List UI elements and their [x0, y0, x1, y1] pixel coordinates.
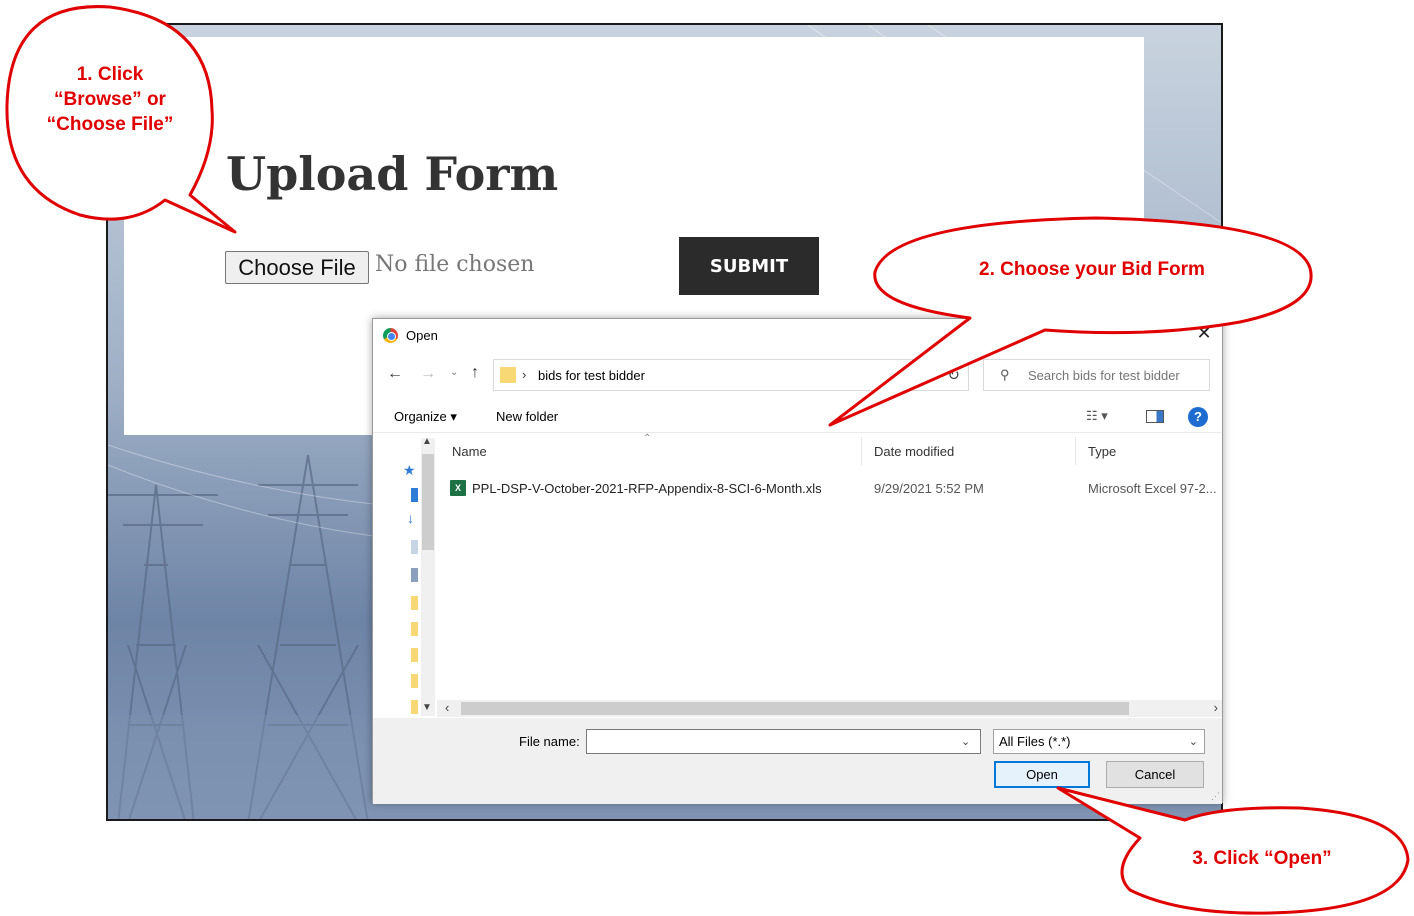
- scroll-down-arrow-icon[interactable]: ▼: [422, 702, 432, 713]
- file-type: Microsoft Excel 97-2...: [1088, 481, 1217, 496]
- scroll-left-arrow-icon[interactable]: ‹: [445, 700, 449, 715]
- quick-access-star-icon[interactable]: ★: [403, 462, 417, 478]
- callout-3-text: 3. Click “Open”: [1192, 848, 1332, 869]
- dialog-footer: File name: ⌄ All Files (*.*) ⌄ Open Canc…: [373, 718, 1222, 804]
- organize-menu-button[interactable]: Organize ▾: [394, 409, 457, 425]
- back-arrow-icon[interactable]: ←: [387, 365, 403, 383]
- sort-indicator-icon: ⌃: [643, 433, 652, 444]
- horizontal-scrollbar[interactable]: ‹ ›: [437, 700, 1222, 717]
- breadcrumb-separator: ›: [522, 367, 527, 382]
- file-type-select[interactable]: All Files (*.*) ⌄: [993, 729, 1205, 754]
- search-icon: ⚲: [1000, 367, 1010, 382]
- file-name: PPL-DSP-V-October-2021-RFP-Appendix-8-SC…: [472, 481, 822, 496]
- address-bar[interactable]: › bids for test bidder ↻: [493, 359, 969, 391]
- file-date-modified: 9/29/2021 5:52 PM: [874, 481, 984, 496]
- no-file-chosen-label: No file chosen: [375, 252, 535, 277]
- search-box[interactable]: ⚲: [983, 359, 1210, 391]
- file-list-header: ⌃ Name Date modified Type: [437, 433, 1222, 467]
- help-icon[interactable]: ?: [1188, 407, 1208, 427]
- column-header-date-modified[interactable]: Date modified: [874, 444, 954, 459]
- chrome-icon: [383, 328, 398, 343]
- folder-icon[interactable]: [411, 700, 418, 714]
- column-divider[interactable]: [1075, 437, 1076, 465]
- breadcrumb-current-folder[interactable]: bids for test bidder: [538, 368, 645, 383]
- forward-arrow-icon[interactable]: →: [420, 365, 436, 383]
- up-arrow-icon[interactable]: ↑: [471, 364, 479, 382]
- pictures-icon[interactable]: [411, 568, 418, 582]
- refresh-icon[interactable]: ↻: [947, 366, 960, 384]
- excel-file-icon: X: [450, 480, 466, 496]
- scroll-right-arrow-icon[interactable]: ›: [1214, 700, 1218, 715]
- folder-icon[interactable]: [411, 674, 418, 688]
- file-name-label: File name:: [519, 734, 580, 749]
- file-name-input[interactable]: [586, 729, 981, 754]
- callout-1-text: 1. Click “Browse” or “Choose File”: [46, 64, 174, 135]
- file-name-dropdown-icon[interactable]: ⌄: [961, 735, 970, 748]
- cancel-button[interactable]: Cancel: [1106, 761, 1204, 788]
- dialog-title: Open: [406, 328, 438, 343]
- desktop-icon[interactable]: [411, 488, 418, 502]
- folder-icon[interactable]: [411, 648, 418, 662]
- column-header-type[interactable]: Type: [1088, 444, 1116, 459]
- folder-icon[interactable]: [411, 622, 418, 636]
- open-button[interactable]: Open: [994, 761, 1090, 788]
- choose-file-button[interactable]: Choose File: [225, 251, 369, 284]
- recent-locations-chevron-icon[interactable]: ⌄: [450, 367, 458, 378]
- callout-2-text: 2. Choose your Bid Form: [979, 259, 1205, 280]
- new-folder-button[interactable]: New folder: [496, 409, 558, 424]
- page-title: Upload Form: [226, 147, 559, 201]
- column-header-name[interactable]: Name: [452, 444, 487, 459]
- navigation-pane: ★ ↓ ▲ ▼: [373, 434, 435, 717]
- horizontal-scrollbar-thumb[interactable]: [461, 702, 1129, 715]
- scroll-up-arrow-icon[interactable]: ▲: [422, 436, 432, 447]
- open-file-dialog: Open ✕ ← → ⌄ ↑ › bids for test bidder ↻ …: [372, 318, 1223, 804]
- file-type-selected-value: All Files (*.*): [999, 734, 1071, 749]
- change-view-button[interactable]: ☷ ▾: [1086, 408, 1108, 424]
- navigation-scrollbar-thumb[interactable]: [422, 454, 434, 550]
- downloads-icon[interactable]: ↓: [407, 510, 421, 526]
- dialog-title-bar[interactable]: Open ✕: [373, 319, 1222, 351]
- dialog-toolbar: Organize ▾ New folder ☷ ▾ ?: [373, 401, 1222, 433]
- submit-button[interactable]: SUBMIT: [679, 237, 819, 295]
- folder-icon: [500, 367, 516, 383]
- resize-grip-icon[interactable]: ⋰: [1211, 791, 1220, 802]
- preview-pane-icon[interactable]: [1146, 410, 1164, 423]
- file-list-item[interactable]: X PPL-DSP-V-October-2021-RFP-Appendix-8-…: [445, 477, 1217, 499]
- close-icon[interactable]: ✕: [1194, 323, 1214, 344]
- search-input[interactable]: [1028, 368, 1203, 383]
- folder-icon[interactable]: [411, 596, 418, 610]
- documents-icon[interactable]: [411, 540, 418, 554]
- column-divider[interactable]: [861, 437, 862, 465]
- chevron-down-icon: ⌄: [1188, 736, 1198, 748]
